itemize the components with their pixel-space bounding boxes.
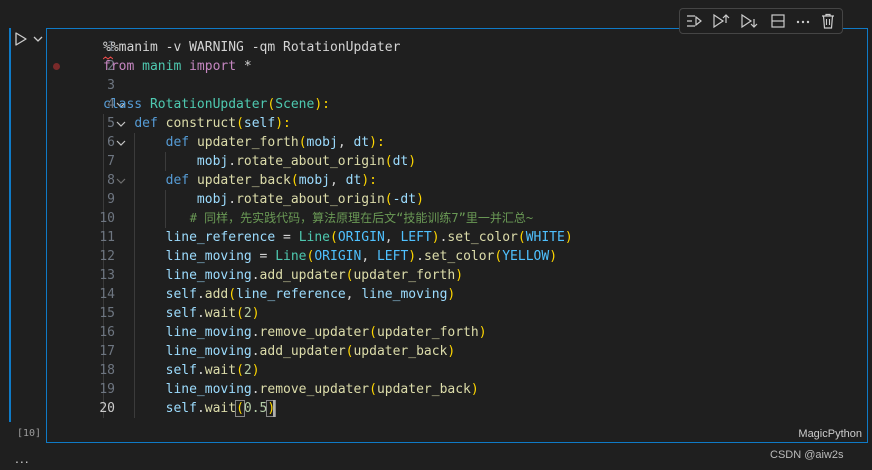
code-text: line_moving.remove_updater(updater_forth… xyxy=(165,325,487,340)
code-line: 6 def updater_forth(mobj, dt): xyxy=(46,133,866,152)
code-line: 11 line_reference = Line(ORIGIN, LEFT).s… xyxy=(46,228,866,247)
cell-run-controls xyxy=(12,30,46,48)
code-line: 14 self.add(line_reference, line_moving) xyxy=(46,285,866,304)
cell-language-label[interactable]: MagicPython xyxy=(780,428,862,440)
magic-command: %%manim -v WARNING -qm RotationUpdater xyxy=(103,40,401,55)
cell-toolbar xyxy=(679,8,843,34)
code-text: mobj.rotate_about_origin(-dt) xyxy=(196,192,424,207)
run-above-icon[interactable] xyxy=(711,12,731,30)
code-line: 3 xyxy=(46,76,866,95)
more-actions-icon[interactable] xyxy=(793,12,813,30)
code-line-active: 20 self.wait(0.5) xyxy=(46,399,866,418)
code-line: 16 line_moving.remove_updater(updater_fo… xyxy=(46,323,866,342)
delete-cell-icon[interactable] xyxy=(818,12,838,30)
code-line: 9 mobj.rotate_about_origin(-dt) xyxy=(46,190,866,209)
code-line: 8 def updater_back(mobj, dt): xyxy=(46,171,866,190)
code-line: 13 line_moving.add_updater(updater_forth… xyxy=(46,266,866,285)
code-line: 15 self.wait(2) xyxy=(46,304,866,323)
code-text: line_moving.add_updater(updater_back) xyxy=(165,344,456,359)
code-text: line_reference = Line(ORIGIN, LEFT).set_… xyxy=(165,230,573,245)
code-text: def updater_forth(mobj, dt): xyxy=(165,135,385,150)
code-text: %%manim -v WARNING -qm RotationUpdater xyxy=(103,38,400,57)
run-below-icon[interactable] xyxy=(739,12,759,30)
run-cell-icon[interactable] xyxy=(14,32,28,46)
code-line: 2 from manim import * xyxy=(46,57,866,76)
code-line: 4 class RotationUpdater(Scene): xyxy=(46,95,866,114)
watermark: CSDN @aiw2s xyxy=(770,449,844,461)
code-comment: # 同样，先实践代码，算法原理在后文“技能训练7”里一并汇总~ xyxy=(189,211,534,225)
chevron-down-icon[interactable] xyxy=(32,33,44,45)
code-text: self.wait(2) xyxy=(165,306,260,321)
code-line: 5 def construct(self): xyxy=(46,114,866,133)
code-text: line_moving.add_updater(updater_forth) xyxy=(165,268,464,283)
text-cursor xyxy=(273,400,275,417)
code-line: 18 self.wait(2) xyxy=(46,361,866,380)
execute-above-icon[interactable] xyxy=(684,12,704,30)
cell-focus-indicator xyxy=(9,28,11,422)
code-text: self.wait(0.5) xyxy=(165,400,277,417)
code-text: def construct(self): xyxy=(134,116,291,131)
code-line: 19 line_moving.remove_updater(updater_ba… xyxy=(46,380,866,399)
more-cells-icon[interactable]: ... xyxy=(15,450,30,466)
code-line: 10 # 同样，先实践代码，算法原理在后文“技能训练7”里一并汇总~ xyxy=(46,209,866,228)
split-cell-icon[interactable] xyxy=(768,12,788,30)
code-text: from manim import * xyxy=(103,59,252,74)
execution-count: [10] xyxy=(17,428,42,439)
code-line: 1 %%manim -v WARNING -qm RotationUpdater xyxy=(46,38,866,57)
code-text: self.add(line_reference, line_moving) xyxy=(165,287,456,302)
code-text: # 同样，先实践代码，算法原理在后文“技能训练7”里一并汇总~ xyxy=(103,209,533,228)
code-line: 7 mobj.rotate_about_origin(dt) xyxy=(46,152,866,171)
code-text: class RotationUpdater(Scene): xyxy=(103,97,330,112)
code-line: 12 line_moving = Line(ORIGIN, LEFT).set_… xyxy=(46,247,866,266)
line-number: 3 xyxy=(107,78,115,93)
code-text: line_moving = Line(ORIGIN, LEFT).set_col… xyxy=(165,249,558,264)
code-editor[interactable]: 1 %%manim -v WARNING -qm RotationUpdater… xyxy=(46,38,866,418)
code-text: line_moving.remove_updater(updater_back) xyxy=(165,382,479,397)
code-line: 17 line_moving.add_updater(updater_back) xyxy=(46,342,866,361)
code-text: mobj.rotate_about_origin(dt) xyxy=(196,154,417,169)
code-text: def updater_back(mobj, dt): xyxy=(165,173,377,188)
code-text: self.wait(2) xyxy=(165,363,260,378)
